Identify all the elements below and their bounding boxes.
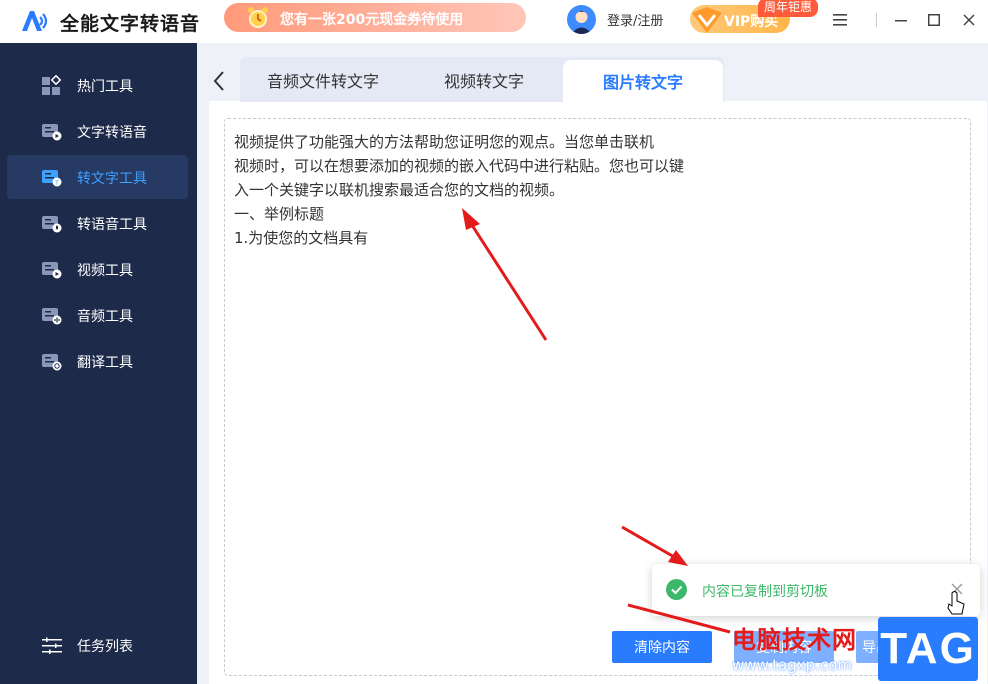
close-button[interactable]: [958, 9, 980, 31]
minimize-icon: [895, 20, 907, 22]
vip-promo-badge: 周年钜惠: [758, 0, 819, 17]
svg-text:T: T: [55, 181, 59, 187]
sidebar-item-label: 转语音工具: [77, 217, 147, 233]
app-logo-icon: [22, 11, 48, 31]
sidebar-item-label: 视频工具: [77, 263, 133, 279]
close-icon[interactable]: [949, 581, 965, 597]
hot-tools-icon: [42, 75, 62, 95]
sidebar-item-label: 音频工具: [77, 309, 133, 325]
login-register-link[interactable]: 登录/注册: [607, 10, 663, 29]
editor-line: 入一个关键字以联机搜索最适合您的文档的视频。: [234, 181, 565, 199]
back-button[interactable]: [209, 66, 229, 96]
chevron-left-icon: [213, 71, 224, 91]
task-list-label: 任务列表: [77, 639, 133, 655]
menu-button[interactable]: [829, 9, 851, 31]
sidebar-item-video-tools[interactable]: 视频工具: [7, 247, 188, 291]
video-tools-icon: [42, 262, 62, 279]
sidebar-item-task-list[interactable]: 任务列表: [7, 623, 188, 667]
translate-tools-icon: [42, 354, 62, 371]
avatar[interactable]: [567, 5, 596, 34]
editor-line: 视频提供了功能强大的方法帮助您证明您的观点。当您单击联机: [234, 133, 655, 151]
clear-content-button[interactable]: 清除内容: [612, 631, 712, 663]
sidebar-item-audio-tools[interactable]: 音频工具: [7, 293, 188, 337]
hamburger-menu-icon: [833, 14, 847, 26]
editor-line: 1.为使您的文档具有: [234, 229, 369, 247]
sidebar-item-hot-tools[interactable]: 热门工具: [7, 63, 188, 107]
sidebar-item-translate-tools[interactable]: 翻译工具: [7, 339, 188, 383]
success-check-icon: [666, 579, 687, 600]
watermark-site-name: 电脑技术网: [732, 626, 857, 654]
close-icon: [963, 14, 975, 26]
sidebar-item-label: 转文字工具: [77, 171, 147, 187]
sidebar-item-to-text-tools[interactable]: T 转文字工具: [7, 155, 188, 199]
maximize-button[interactable]: [923, 9, 945, 31]
to-speech-tools-icon: [42, 216, 62, 233]
to-text-tools-icon: T: [42, 170, 62, 187]
sidebar-item-to-speech-tools[interactable]: 转语音工具: [7, 201, 188, 245]
tab-video-to-text[interactable]: 视频转文字: [406, 57, 562, 102]
editor-line: 视频时，可以在想要添加的视频的嵌入代码中进行粘贴。您也可以键: [234, 157, 685, 175]
sidebar-item-text-to-speech[interactable]: 文字转语音: [7, 109, 188, 153]
alarm-clock-icon: [248, 7, 268, 28]
app-title: 全能文字转语音: [60, 13, 201, 35]
divider-icon: [876, 13, 877, 27]
watermark-tag-logo: TAG: [878, 617, 978, 681]
promo-text: 您有一张200元现金券待使用: [280, 12, 464, 28]
task-list-icon: [42, 637, 62, 654]
audio-tools-icon: [42, 308, 62, 325]
tab-image-to-text[interactable]: 图片转文字: [563, 60, 723, 102]
title-bar: 全能文字转语音 您有一张200元现金券待使用 登录/注册 VIP购买 周年钜惠: [0, 0, 988, 43]
window-divider: [866, 9, 888, 31]
user-avatar-icon: [571, 11, 592, 34]
maximize-icon: [928, 14, 940, 26]
promo-banner[interactable]: 您有一张200元现金券待使用: [224, 3, 526, 32]
toast-message: 内容已复制到剪切板: [702, 584, 828, 600]
tab-bar: 音频文件转文字 视频转文字 图片转文字: [240, 57, 724, 102]
copy-success-toast: 内容已复制到剪切板: [652, 564, 980, 616]
editor-line: 一、举例标题: [234, 205, 325, 223]
tab-audio-to-text[interactable]: 音频文件转文字: [240, 57, 406, 102]
minimize-button[interactable]: [890, 9, 912, 31]
editor-content: 视频提供了功能强大的方法帮助您证明您的观点。当您单击联机 视频时，可以在想要添加…: [234, 130, 734, 250]
sidebar-item-label: 热门工具: [77, 79, 133, 95]
check-icon: [671, 585, 683, 595]
text-to-speech-icon: [42, 124, 62, 141]
sidebar-item-label: 文字转语音: [77, 125, 147, 141]
vip-v-icon: [692, 7, 722, 33]
watermark-url: www.tagxp.com: [732, 656, 852, 674]
sidebar: 热门工具 文字转语音 T 转文字工具 转语音工具 视频工具 音频工具 翻译工具 …: [0, 43, 197, 684]
sidebar-item-label: 翻译工具: [77, 355, 133, 371]
